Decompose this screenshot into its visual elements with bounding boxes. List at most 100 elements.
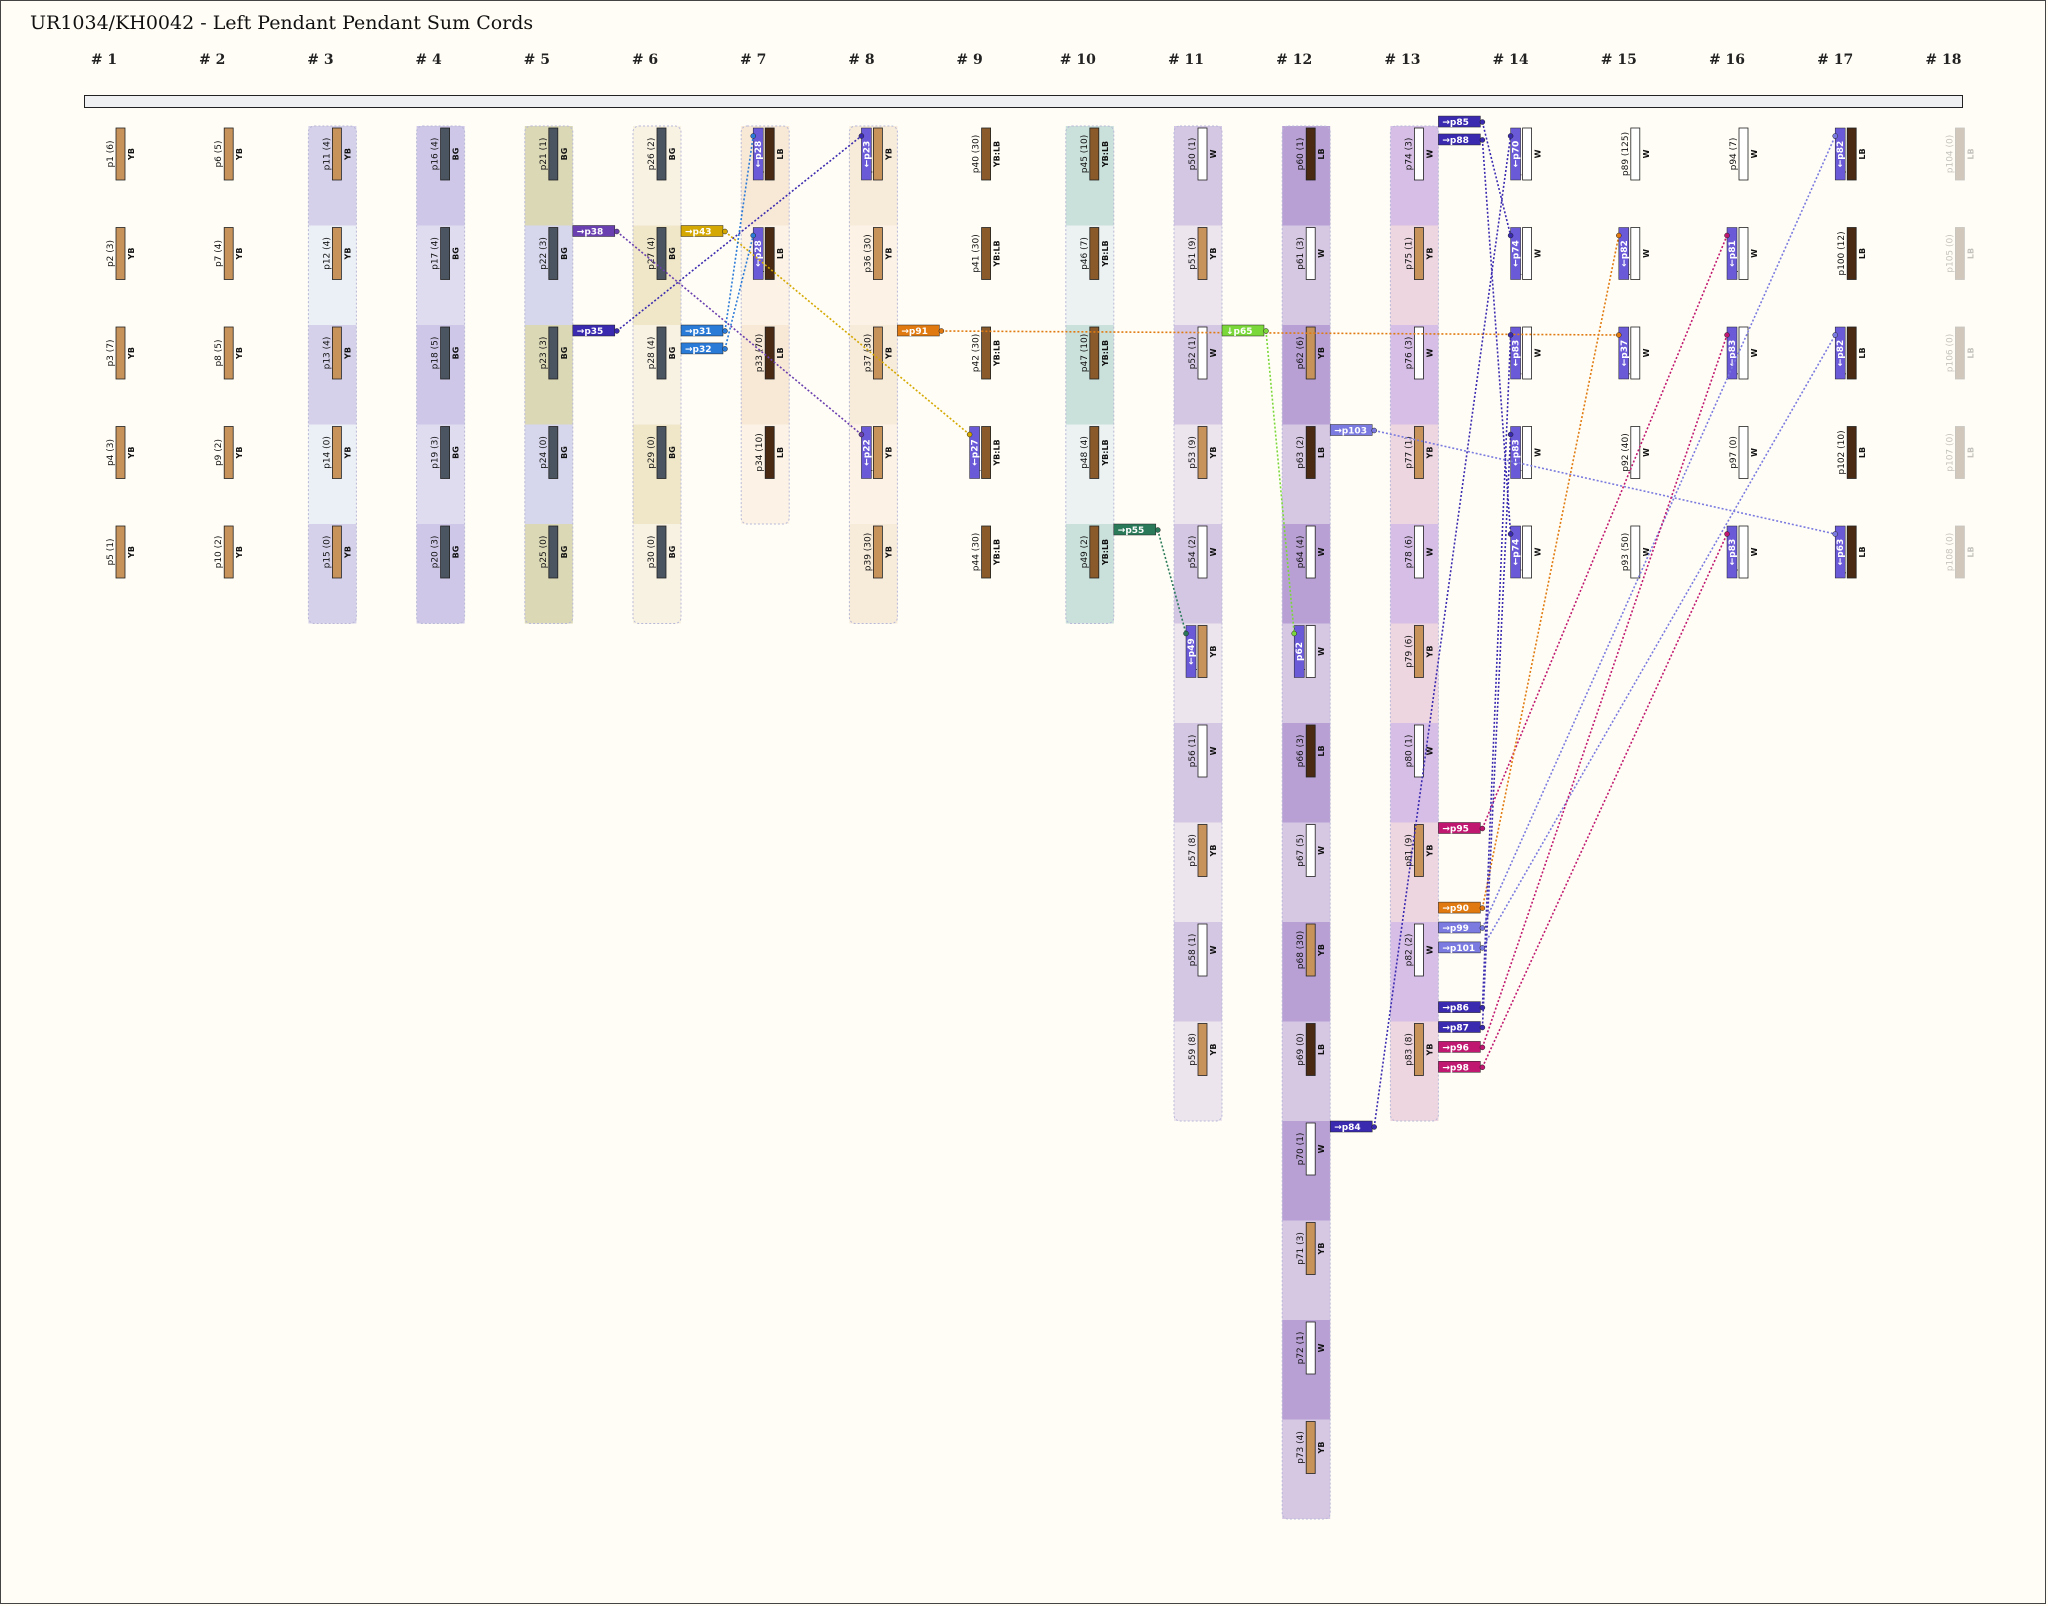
cord-color-label: YB [1209,248,1218,261]
cord-label: p82 (2) [1404,934,1414,967]
cord-color-label: YB [884,546,893,559]
link-tag-text: →p86 [1442,1004,1469,1014]
cord-label: p79 (6) [1404,635,1414,668]
link-end-dot [1724,232,1730,239]
cord-label: p18 (5) [431,337,441,370]
link-tag-text: →p95 [1442,825,1469,835]
cord-color-label: YB [343,148,352,161]
cord-swatch [548,227,559,280]
cord-label: p17 (4) [431,237,441,270]
link-start-dot [1479,1044,1486,1051]
link-end-dot [750,232,756,239]
cord-color-label: LB [1858,248,1867,259]
cord-color-label: YB [127,546,136,559]
link-end-dot [966,431,973,438]
cord-label: p29 (0) [647,436,657,469]
cord-label: p26 (2) [647,138,657,171]
cord-color-label: W [1534,249,1543,258]
cord-swatch [331,127,342,181]
pendant-cord-p100: p100 (12) LB [1837,227,1867,280]
cord-color-label: YB:LB [993,141,1002,168]
link-start-dot [722,328,728,334]
link-line [1481,121,1512,236]
cord-color-label: YB [1425,447,1434,460]
cord-color-label: YB [884,248,893,261]
cord-label: p76 (3) [1404,337,1414,370]
cord-swatch [1089,326,1100,380]
cord-swatch [873,127,883,181]
cord-swatch [873,426,883,479]
link-start-dot [938,328,945,334]
cord-color-label: YB [343,347,352,360]
pendant-cord-p104: p104 (0) LB [1945,127,1975,181]
pendant-cord-p1: p1 (6) YB [106,127,136,181]
pendant-cord-p5: p5 (1) YB [106,525,136,579]
link-end-dot [750,133,756,139]
cord-color-label: YB [235,148,244,161]
cord-swatch [1846,326,1857,380]
cord-label: p69 (0) [1296,1033,1306,1066]
link-end-dot [1724,531,1730,537]
cord-label: p71 (3) [1296,1232,1306,1265]
cord-color-label: W [1209,547,1218,556]
link-start-dot [614,228,620,235]
link-end-dot [1616,332,1622,338]
cord-color-label: LB [776,148,785,159]
cord-color-label: W [1534,547,1543,556]
pendant-cord-p6: p6 (5) YB [214,127,244,181]
pendant-cord-p9: p9 (2) YB [214,426,244,479]
link-start-dot [1479,1064,1486,1071]
cord-color-label: BG [560,247,569,260]
cord-color-label: YB:LB [993,439,1002,466]
link-tag-text: →p85 [1442,118,1469,128]
cord-swatch [1414,525,1424,579]
inbound-tag-text: ←p82 [1836,340,1846,367]
cord-color-label: W [1750,249,1759,258]
cord-swatch [331,426,342,479]
pendant-cord-p8: p8 (5) YB [214,326,244,380]
cord-color-label: W [1642,547,1651,556]
cord-swatch [223,426,234,479]
cord-label: p49 (2) [1080,536,1090,569]
inbound-tag-text: ←p83 [1728,539,1738,566]
cord-label: p10 (2) [214,536,224,569]
cord-color-label: LB [1317,745,1326,756]
cord-label: p104 (0) [1945,135,1955,174]
inbound-tag-text: ←p27 [971,439,981,466]
link-start-dot [1479,925,1486,931]
cord-color-label: YB [1317,944,1326,957]
link-start-dot [1155,527,1161,533]
link-start-dot [1479,905,1486,911]
inbound-tag-text: ←p82 [1836,141,1846,168]
pendant-cord-p4: p4 (3) YB [106,426,136,479]
cord-swatch [440,525,451,579]
link-line [1481,334,1836,949]
cord-swatch [656,426,667,479]
cord-color-label: BG [560,546,569,559]
cord-label: p23 (3) [539,337,549,370]
cord-swatch [873,525,883,579]
pendant-cord-p105: p105 (0) LB [1945,227,1975,280]
cord-color-label: YB [343,447,352,460]
inbound-tag-text: ←p74 [1512,539,1522,566]
cord-swatch [115,426,126,479]
inbound-tag-text: ←p83 [1512,340,1522,367]
link-end-dot [1183,630,1189,637]
cord-label: p2 (3) [106,240,116,267]
cord-swatch [1414,426,1424,479]
link-tag-text: →p43 [685,228,712,238]
cord-label: p92 (40) [1621,433,1631,472]
pendant-cord-p89: p89 (125) W [1621,127,1651,181]
link-tag-text: →p87 [1442,1024,1469,1034]
cord-label: p70 (1) [1296,1133,1306,1166]
cord-color-label: LB [1966,248,1975,259]
link-tag-text: →p35 [577,327,604,337]
pendant-cord-p92: p92 (40) W [1621,426,1651,479]
cord-color-label: LB [1858,546,1867,557]
cord-swatch [1955,525,1965,579]
link-line [1481,533,1728,1068]
link-19: →p98 [1438,531,1730,1073]
cord-label: p50 (1) [1188,138,1198,171]
cord-swatch [1414,724,1424,778]
cord-swatch [1414,127,1424,181]
